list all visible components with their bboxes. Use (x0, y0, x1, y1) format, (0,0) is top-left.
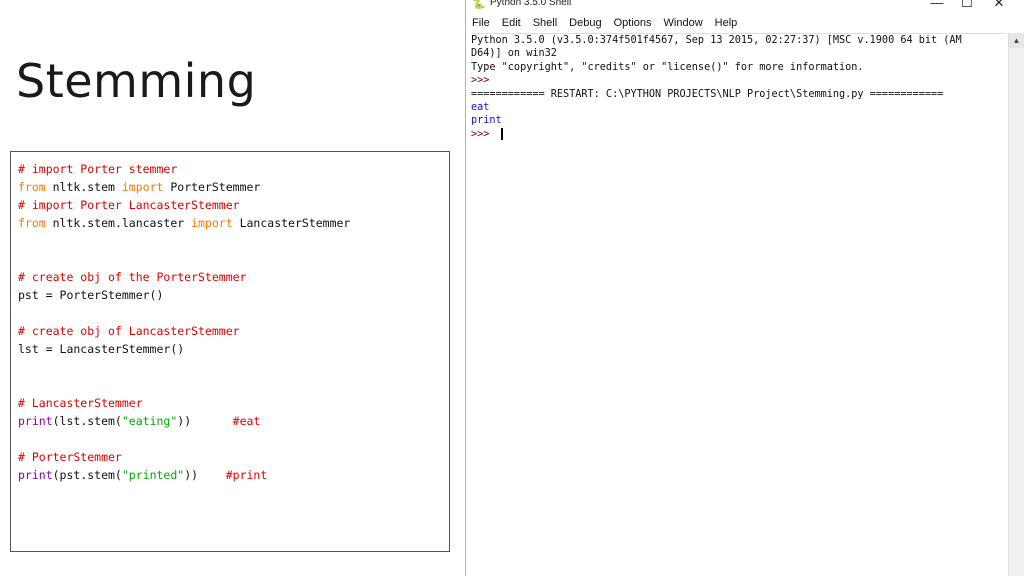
shell-token: >>> (471, 75, 496, 87)
maximize-button[interactable]: ☐ (952, 0, 982, 10)
shell-output-area[interactable]: Python 3.5.0 (v3.5.0:374f501f4567, Sep 1… (471, 33, 1006, 141)
shell-token: >>> (471, 128, 496, 140)
slide-title: Stemming (16, 54, 257, 108)
minimize-button[interactable]: — (922, 0, 952, 10)
code-token: #print (225, 468, 268, 482)
menubar: File Edit Shell Debug Options Window Help (466, 12, 1024, 34)
shell-line: Type "copyright", "credits" or "license(… (471, 61, 1006, 74)
code-token: PorterStemmer (163, 180, 261, 194)
menu-item-help[interactable]: Help (715, 17, 738, 29)
menu-item-shell[interactable]: Shell (533, 17, 557, 29)
code-token: nltk.stem (45, 180, 122, 194)
code-line: print(lst.stem("eating")) #eat (18, 412, 449, 430)
python-shell-icon: 🐍 (472, 0, 486, 10)
shell-token: eat (471, 101, 490, 113)
code-token: (pst.stem( (52, 468, 122, 482)
python-shell-window[interactable]: 🐍 Python 3.5.0 Shell — ☐ ✕ File Edit Shell… (465, 0, 1024, 576)
code-token: "eating" (121, 414, 178, 428)
close-button[interactable]: ✕ (984, 0, 1014, 10)
code-token: import (191, 216, 233, 230)
code-token: # import Porter stemmer (18, 162, 178, 176)
code-line: # import Porter stemmer (18, 160, 449, 178)
code-token: from (18, 216, 46, 230)
code-token: # LancasterStemmer (18, 396, 143, 410)
code-token: "printed" (121, 468, 185, 482)
shell-line: >>> (471, 127, 1006, 141)
shell-token: D64)] on win32 (471, 48, 557, 60)
window-title: Python 3.5.0 Shell (490, 0, 572, 8)
code-line: # import Porter LancasterStemmer (18, 196, 449, 214)
code-token: from (18, 180, 46, 194)
code-token: #eat (232, 414, 261, 428)
arrow-up-icon[interactable]: ▲ (1009, 33, 1024, 48)
code-token: # import Porter LancasterStemmer (18, 198, 240, 212)
code-token: pst = PorterStemmer() (18, 288, 164, 302)
code-line: # LancasterStemmer (18, 394, 449, 412)
shell-line: D64)] on win32 (471, 47, 1006, 60)
menu-item-debug[interactable]: Debug (569, 17, 601, 29)
code-token: lst = LancasterStemmer() (18, 342, 185, 356)
code-line: # create obj of LancasterStemmer (18, 322, 449, 340)
code-line: pst = PorterStemmer() (18, 286, 449, 304)
code-line: # create obj of the PorterStemmer (18, 268, 449, 286)
code-token: nltk.stem.lancaster (45, 216, 192, 230)
menu-item-edit[interactable]: Edit (502, 17, 521, 29)
code-line: from nltk.stem.lancaster import Lancaste… (18, 214, 449, 232)
code-line: print(pst.stem("printed")) #print (18, 466, 449, 484)
shell-token: Type "copyright", "credits" or "license(… (471, 61, 864, 73)
code-token: print (18, 468, 53, 482)
shell-token: ============ RESTART: C:\PYTHON PROJECTS… (471, 88, 944, 100)
code-token: )) (177, 414, 233, 428)
menu-item-file[interactable]: File (472, 17, 490, 29)
code-token: )) (184, 468, 226, 482)
code-token: print (18, 414, 53, 428)
titlebar[interactable]: 🐍 Python 3.5.0 Shell — ☐ ✕ (466, 0, 1024, 12)
code-line: lst = LancasterStemmer() (18, 340, 449, 358)
code-token: LancasterStemmer (232, 216, 351, 230)
shell-token: print (471, 115, 502, 127)
shell-line: eat (471, 101, 1006, 114)
code-token: # PorterStemmer (18, 450, 122, 464)
shell-line: ============ RESTART: C:\PYTHON PROJECTS… (471, 88, 1006, 101)
menu-item-window[interactable]: Window (664, 17, 703, 29)
code-line: # PorterStemmer (18, 448, 449, 466)
shell-line: print (471, 114, 1006, 127)
code-panel: # import Porter stemmer from nltk.stem im… (10, 151, 450, 552)
menu-item-options[interactable]: Options (614, 17, 652, 29)
code-token: # create obj of the PorterStemmer (18, 270, 247, 284)
shell-token: Python 3.5.0 (v3.5.0:374f501f4567, Sep 1… (471, 35, 962, 46)
code-token: # create obj of LancasterStemmer (18, 324, 240, 338)
code-token: (lst.stem( (52, 414, 122, 428)
text-cursor (500, 127, 503, 140)
shell-line: Python 3.5.0 (v3.5.0:374f501f4567, Sep 1… (471, 34, 1006, 47)
code-token: import (121, 180, 164, 194)
shell-line: >>> (471, 74, 1006, 87)
code-line: from nltk.stem import PorterStemmer (18, 178, 449, 196)
vertical-scrollbar[interactable]: ▲ (1008, 33, 1024, 576)
